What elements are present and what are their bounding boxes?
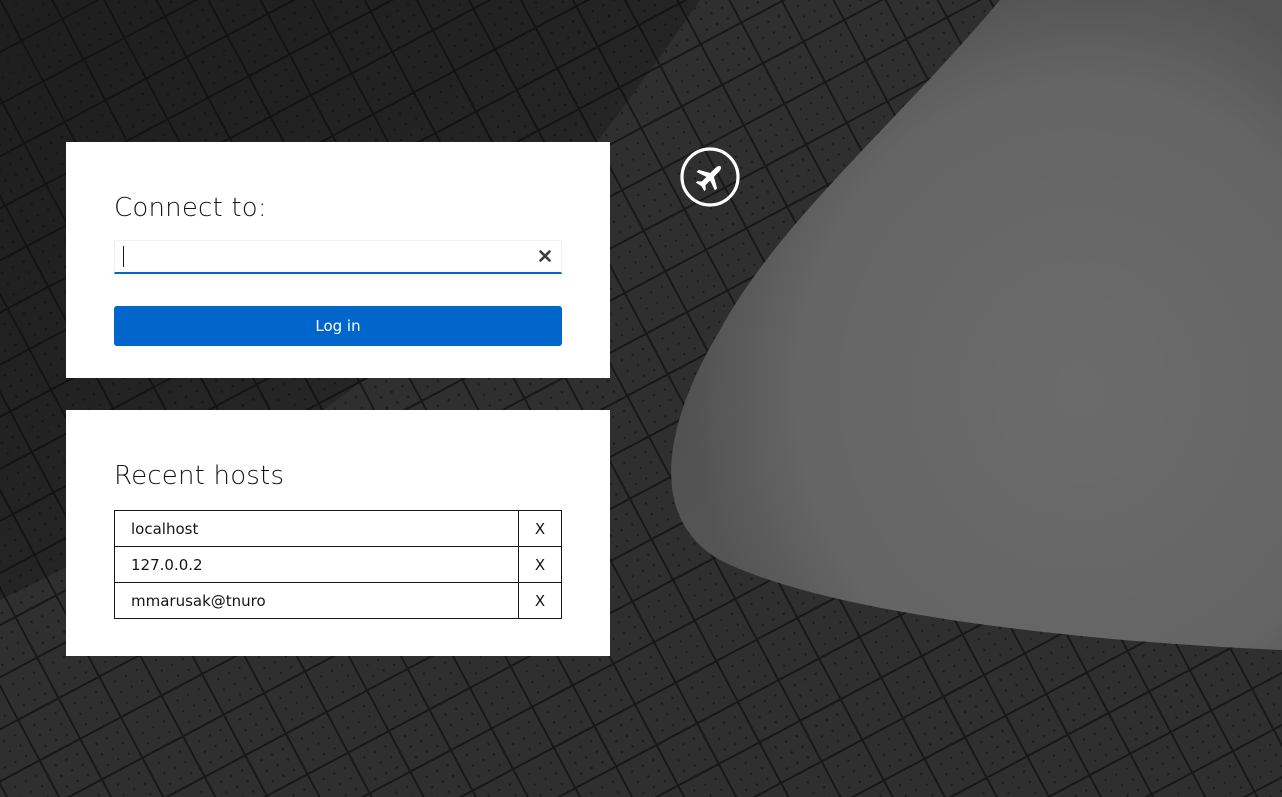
recent-hosts-table: localhost X 127.0.0.2 X mmarusak@tnuro X [114, 510, 562, 619]
remove-host-button[interactable]: X [518, 510, 562, 547]
host-link[interactable]: mmarusak@tnuro [114, 582, 519, 619]
host-link[interactable]: 127.0.0.2 [114, 546, 519, 583]
connect-heading: Connect to: [114, 193, 267, 223]
recent-hosts-panel: Recent hosts localhost X 127.0.0.2 X mma… [66, 410, 610, 656]
server-field-container [114, 240, 562, 274]
text-caret [123, 246, 124, 267]
server-input[interactable] [115, 241, 523, 271]
background-architecture [0, 0, 1282, 797]
close-icon[interactable] [537, 248, 553, 264]
plane-icon [679, 146, 741, 208]
table-row: 127.0.0.2 X [114, 546, 562, 583]
login-panel: Connect to: Log in [66, 142, 610, 378]
table-row: localhost X [114, 510, 562, 547]
background-image [0, 0, 1282, 797]
remove-host-button[interactable]: X [518, 546, 562, 583]
remove-host-button[interactable]: X [518, 582, 562, 619]
recent-hosts-heading: Recent hosts [114, 461, 285, 491]
host-link[interactable]: localhost [114, 510, 519, 547]
login-button[interactable]: Log in [114, 306, 562, 346]
table-row: mmarusak@tnuro X [114, 582, 562, 619]
